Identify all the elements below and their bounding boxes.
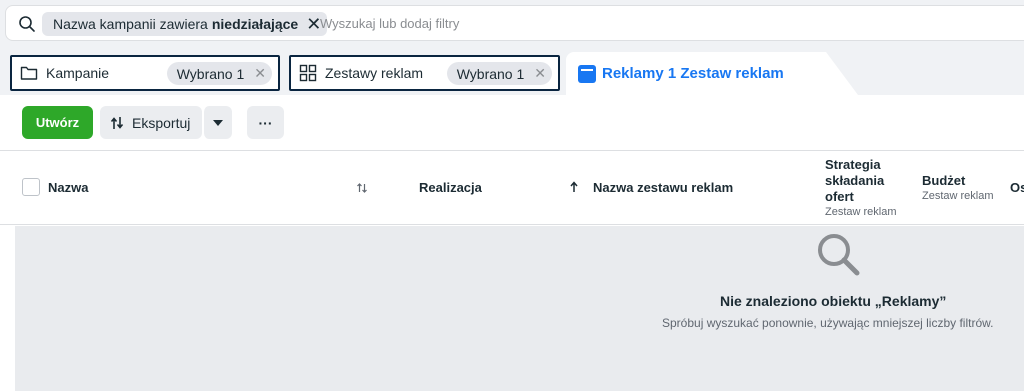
table-header: Nazwa Realizacja Nazwa zestawu reklam St… [0, 150, 1024, 225]
column-bid-strategy-line3[interactable]: ofert [825, 189, 854, 204]
filter-chip-value: niedziałające [211, 16, 299, 32]
tab-campaigns[interactable]: Kampanie Wybrano 1 ✕ [10, 55, 280, 91]
tab-adsets[interactable]: Zestawy reklam Wybrano 1 ✕ [289, 55, 560, 91]
sort-ascending-icon[interactable] [569, 181, 579, 193]
column-adset-name[interactable]: Nazwa zestawu reklam [593, 180, 733, 195]
filter-chip[interactable]: Nazwa kampanii zawiera niedziałające ✕ [42, 12, 328, 36]
toolbar: Utwórz Eksportuj ··· [22, 106, 284, 139]
select-all-checkbox[interactable] [22, 178, 40, 196]
export-icon [110, 116, 124, 129]
adsets-selected-badge[interactable]: Wybrano 1 ✕ [446, 62, 552, 85]
tab-ads[interactable]: Reklamy 1 Zestaw reklam [566, 52, 826, 95]
export-label: Eksportuj [132, 114, 191, 131]
ads-panel: Utwórz Eksportuj ··· Nazwa Realizacja Na… [0, 95, 1024, 391]
create-button[interactable]: Utwórz [22, 106, 93, 139]
search-icon [818, 234, 860, 276]
column-bid-strategy-line2[interactable]: składania [825, 173, 884, 188]
export-button[interactable]: Eksportuj [100, 106, 202, 139]
column-budget[interactable]: Budżet [922, 173, 965, 188]
tab-campaigns-label: Kampanie [46, 65, 110, 81]
empty-state: Nie znaleziono obiektu „Reklamy” Spróbuj… [15, 226, 1024, 391]
sort-toggle-icon[interactable] [356, 182, 368, 194]
empty-state-title: Nie znaleziono obiektu „Reklamy” [720, 293, 947, 309]
export-dropdown-button[interactable] [203, 106, 232, 139]
empty-state-subtitle: Spróbuj wyszukać ponownie, używając mnie… [662, 316, 994, 330]
more-options-button[interactable]: ··· [247, 106, 284, 139]
search-input[interactable]: Wyszukaj lub dodaj filtry [320, 16, 459, 31]
clear-selection-icon[interactable]: ✕ [254, 65, 266, 82]
column-bid-strategy-line1[interactable]: Strategia [825, 157, 881, 172]
grid-icon [299, 64, 317, 82]
column-delivery[interactable]: Realizacja [419, 180, 482, 195]
column-name[interactable]: Nazwa [48, 180, 88, 195]
filter-chip-label: Nazwa kampanii zawiera [53, 16, 208, 32]
folder-icon [20, 66, 38, 80]
clear-selection-icon[interactable]: ✕ [534, 65, 546, 82]
column-truncated[interactable]: Os [1010, 180, 1024, 195]
campaigns-selected-label: Wybrano 1 [176, 65, 245, 82]
filter-search-bar[interactable]: Nazwa kampanii zawiera niedziałające ✕ W… [5, 5, 1024, 41]
search-icon [19, 16, 35, 32]
tab-ads-label: Reklamy 1 Zestaw reklam [602, 65, 784, 82]
column-budget-level: Zestaw reklam [922, 190, 994, 202]
caret-down-icon [213, 119, 223, 126]
tab-adsets-label: Zestawy reklam [325, 65, 424, 81]
column-bid-strategy-level: Zestaw reklam [825, 206, 897, 218]
adsets-selected-label: Wybrano 1 [456, 65, 525, 82]
campaigns-selected-badge[interactable]: Wybrano 1 ✕ [166, 62, 272, 85]
ad-icon [578, 64, 596, 83]
